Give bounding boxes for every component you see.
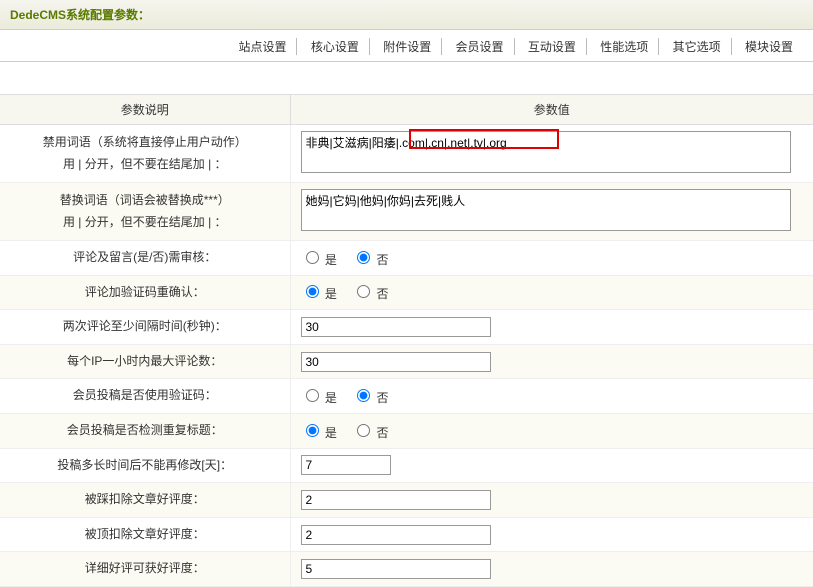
replace-words-label1: 替换词语（词语会被替换成***）	[60, 193, 230, 207]
post-edit-days-label: 投稿多长时间后不能再修改[天]：	[0, 448, 290, 483]
member-post-dup-no[interactable]: 否	[352, 426, 388, 440]
row-post-edit-days: 投稿多长时间后不能再修改[天]：	[0, 448, 813, 483]
row-member-post-dup: 会员投稿是否检测重复标题： 是 否	[0, 413, 813, 448]
comment-audit-no[interactable]: 否	[352, 253, 388, 267]
detail-gain-input[interactable]	[301, 559, 491, 579]
comment-captcha-yes[interactable]: 是	[301, 287, 337, 301]
header-bar: DedeCMS系统配置参数：	[0, 0, 813, 30]
tab-attach[interactable]: 附件设置	[373, 38, 442, 55]
row-comment-captcha: 评论加验证码重确认： 是 否	[0, 275, 813, 310]
comment-audit-yes[interactable]: 是	[301, 253, 337, 267]
member-post-dup-label: 会员投稿是否检测重复标题：	[0, 413, 290, 448]
tabs-row: 站点设置 核心设置 附件设置 会员设置 互动设置 性能选项 其它选项 模块设置	[0, 30, 813, 62]
page-title: DedeCMS系统配置参数：	[10, 8, 150, 22]
stamp-remove-input[interactable]	[301, 490, 491, 510]
ip-limit-label: 每个IP一小时内最大评论数：	[0, 344, 290, 379]
col-head-value: 参数值	[290, 95, 813, 125]
row-comment-interval: 两次评论至少间隔时间(秒钟)：	[0, 310, 813, 345]
row-comment-audit: 评论及留言(是/否)需审核： 是 否	[0, 241, 813, 276]
tab-core[interactable]: 核心设置	[301, 38, 370, 55]
replace-words-label2: 用 | 分开，但不要在结尾加 | ：	[63, 215, 227, 229]
detail-gain-label: 详细好评可获好评度：	[0, 552, 290, 587]
row-member-post-captcha: 会员投稿是否使用验证码： 是 否	[0, 379, 813, 414]
ip-limit-input[interactable]	[301, 352, 491, 372]
tab-other[interactable]: 其它选项	[663, 38, 732, 55]
forbid-words-label1: 禁用词语（系统将直接停止用户动作）	[43, 135, 247, 149]
tab-module[interactable]: 模块设置	[735, 38, 803, 55]
row-replace-words: 替换词语（词语会被替换成***） 用 | 分开，但不要在结尾加 | ：	[0, 183, 813, 241]
stamp-remove-label: 被踩扣除文章好评度：	[0, 483, 290, 518]
comment-interval-label: 两次评论至少间隔时间(秒钟)：	[0, 310, 290, 345]
comment-captcha-label: 评论加验证码重确认：	[0, 275, 290, 310]
comment-interval-input[interactable]	[301, 317, 491, 337]
member-post-captcha-no[interactable]: 否	[352, 391, 388, 405]
row-forbid-words: 禁用词语（系统将直接停止用户动作） 用 | 分开，但不要在结尾加 | ：	[0, 125, 813, 183]
comment-audit-label: 评论及留言(是/否)需审核：	[0, 241, 290, 276]
forbid-words-label2: 用 | 分开，但不要在结尾加 | ：	[63, 157, 227, 171]
row-stamp-remove: 被踩扣除文章好评度：	[0, 483, 813, 518]
comment-captcha-no[interactable]: 否	[352, 287, 388, 301]
tab-member[interactable]: 会员设置	[446, 38, 515, 55]
row-detail-gain: 详细好评可获好评度：	[0, 552, 813, 587]
post-edit-days-input[interactable]	[301, 455, 391, 475]
top-remove-label: 被顶扣除文章好评度：	[0, 517, 290, 552]
member-post-dup-yes[interactable]: 是	[301, 426, 337, 440]
forbid-words-input[interactable]	[301, 131, 791, 173]
member-post-captcha-label: 会员投稿是否使用验证码：	[0, 379, 290, 414]
replace-words-input[interactable]	[301, 189, 791, 231]
row-top-remove: 被顶扣除文章好评度：	[0, 517, 813, 552]
row-ip-limit: 每个IP一小时内最大评论数：	[0, 344, 813, 379]
top-remove-input[interactable]	[301, 525, 491, 545]
tab-interact[interactable]: 互动设置	[518, 38, 587, 55]
params-table: 参数说明 参数值 禁用词语（系统将直接停止用户动作） 用 | 分开，但不要在结尾…	[0, 94, 813, 587]
tab-site[interactable]: 站点设置	[228, 38, 297, 55]
col-head-desc: 参数说明	[0, 95, 290, 125]
member-post-captcha-yes[interactable]: 是	[301, 391, 337, 405]
tab-perf[interactable]: 性能选项	[590, 38, 659, 55]
